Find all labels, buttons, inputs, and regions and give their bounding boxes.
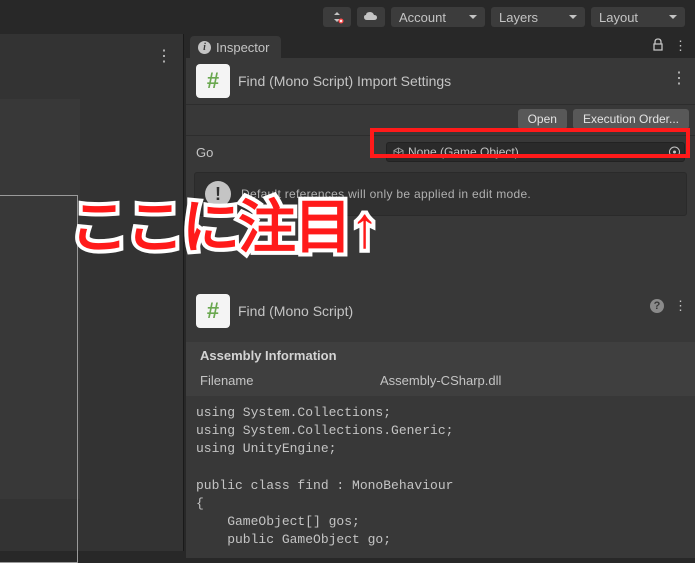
- go-object-field[interactable]: None (Game Object): [386, 142, 685, 162]
- gameobject-icon: [393, 147, 404, 158]
- execution-order-button[interactable]: Execution Order...: [573, 109, 689, 129]
- assembly-section: Assembly Information Filename Assembly-C…: [186, 342, 695, 396]
- script-icon: #: [196, 64, 230, 98]
- chevron-down-icon: [569, 15, 577, 19]
- script-icon: #: [196, 294, 230, 328]
- account-dropdown[interactable]: Account: [391, 7, 485, 27]
- go-field-value: None (Game Object): [408, 145, 519, 159]
- go-field-row: Go None (Game Object): [186, 136, 695, 168]
- info-icon: i: [198, 41, 211, 54]
- layers-dropdown[interactable]: Layers: [491, 7, 585, 27]
- annotation-text: ここに注目↑: [70, 180, 377, 264]
- tab-inspector[interactable]: i Inspector: [190, 36, 281, 58]
- panel-menu-icon[interactable]: ⋮: [674, 38, 687, 54]
- layers-label: Layers: [499, 10, 538, 25]
- help-icon[interactable]: ?: [650, 299, 664, 313]
- chevron-down-icon: [669, 15, 677, 19]
- layout-dropdown[interactable]: Layout: [591, 7, 685, 27]
- go-field-label: Go: [196, 145, 376, 160]
- script-header: # Find (Mono Script) ? ⋮: [186, 288, 695, 334]
- tab-label: Inspector: [216, 40, 269, 55]
- component-menu-icon[interactable]: ⋮: [674, 298, 687, 314]
- button-row: Open Execution Order...: [186, 105, 695, 136]
- canvas-selection-rect: [0, 195, 78, 563]
- code-preview: using System.Collections; using System.C…: [186, 396, 695, 558]
- filename-label: Filename: [200, 373, 380, 388]
- account-label: Account: [399, 10, 446, 25]
- inspector-panel: i Inspector ⋮ # Find (Mono Script) Impor…: [186, 34, 695, 551]
- scene-canvas[interactable]: [0, 99, 80, 499]
- object-picker-icon[interactable]: [669, 147, 680, 158]
- assembly-header: Assembly Information: [186, 342, 695, 369]
- import-settings-title: Find (Mono Script) Import Settings: [238, 73, 685, 89]
- panel-menu-icon[interactable]: ⋮: [156, 46, 173, 66]
- filename-value: Assembly-CSharp.dll: [380, 373, 501, 388]
- left-panel: ⋮: [0, 34, 184, 551]
- import-settings-header: # Find (Mono Script) Import Settings ⋮: [186, 58, 695, 105]
- collab-icon[interactable]: [323, 7, 351, 27]
- open-button[interactable]: Open: [518, 109, 567, 129]
- layout-label: Layout: [599, 10, 638, 25]
- cloud-icon[interactable]: [357, 7, 385, 27]
- lock-icon[interactable]: [652, 38, 664, 54]
- header-menu-icon[interactable]: ⋮: [671, 68, 687, 88]
- script-title: Find (Mono Script): [238, 303, 685, 319]
- assembly-filename-row: Filename Assembly-CSharp.dll: [186, 369, 695, 396]
- top-toolbar: Account Layers Layout: [0, 5, 695, 29]
- chevron-down-icon: [469, 15, 477, 19]
- tab-bar: i Inspector ⋮: [186, 34, 695, 58]
